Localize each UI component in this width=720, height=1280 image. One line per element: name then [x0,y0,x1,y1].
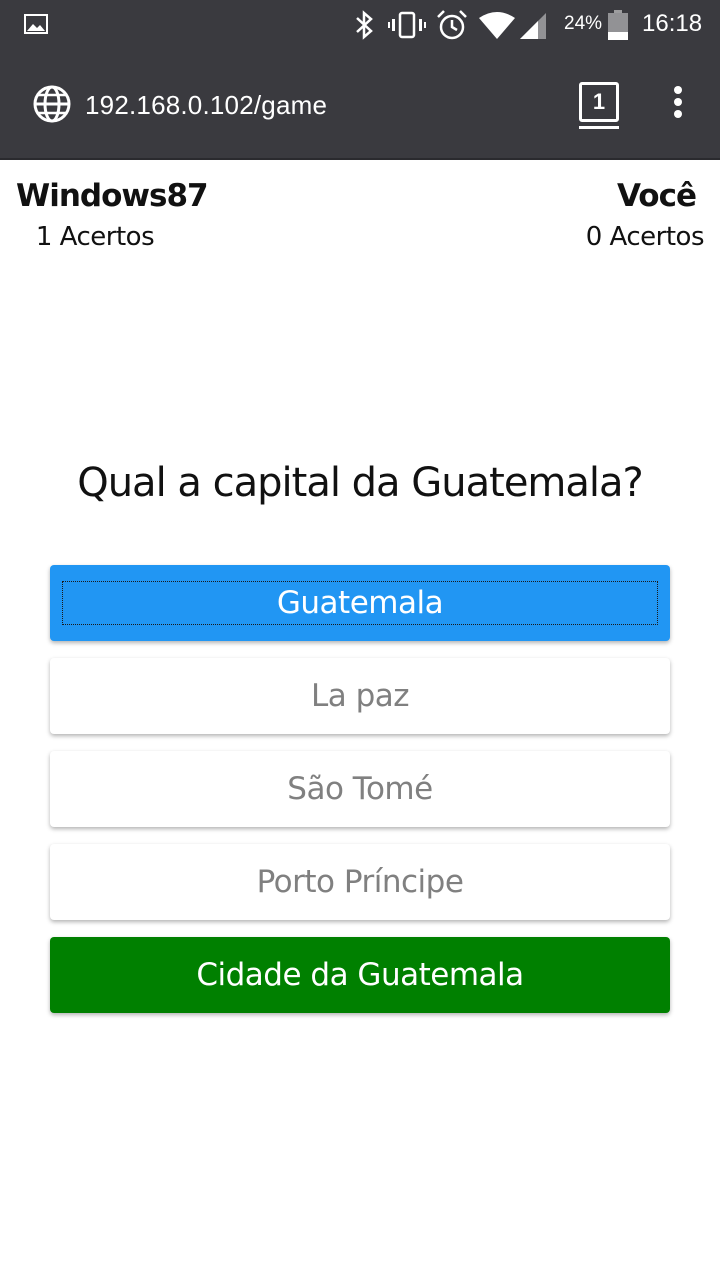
status-bar: 24% 16:18 [0,0,720,50]
question-text: Qual a capital da Guatemala? [77,460,644,506]
answer-button-5[interactable]: Cidade da Guatemala [50,937,670,1013]
gallery-icon [24,14,48,34]
clock: 16:18 [642,10,703,37]
tab-switcher-button[interactable]: 1 [579,82,619,122]
answer-label: Porto Príncipe [256,864,464,900]
answer-button-2[interactable]: La paz [50,658,670,734]
answer-button-1[interactable]: Guatemala [50,565,670,641]
answer-label: São Tomé [287,771,433,807]
opponent-name: Windows87 [16,178,209,214]
wifi-icon [479,12,515,39]
answer-label: Cidade da Guatemala [196,957,524,993]
answer-button-3[interactable]: São Tomé [50,751,670,827]
focus-ring [62,581,658,625]
overflow-menu-icon[interactable] [668,86,688,122]
opponent-score: 1 Acertos [35,222,155,252]
battery-icon [608,10,628,40]
you-score-panel: Você 0 Acertos [524,178,705,252]
answer-label: La paz [310,678,410,714]
bluetooth-icon [356,10,373,40]
alarm-icon [437,10,467,40]
url-bar[interactable]: 192.168.0.102/game [85,90,327,121]
you-score: 0 Acertos [585,222,705,252]
globe-icon[interactable] [32,84,72,124]
you-name: Você [617,178,697,214]
tab-switcher-underline [579,126,619,129]
answer-button-4[interactable]: Porto Príncipe [50,844,670,920]
vibrate-icon [388,11,426,39]
signal-icon [520,13,546,39]
battery-percent: 24% [564,13,603,34]
opponent-score-panel: Windows87 1 Acertos [16,178,209,252]
browser-toolbar: 192.168.0.102/game 1 [0,50,720,160]
